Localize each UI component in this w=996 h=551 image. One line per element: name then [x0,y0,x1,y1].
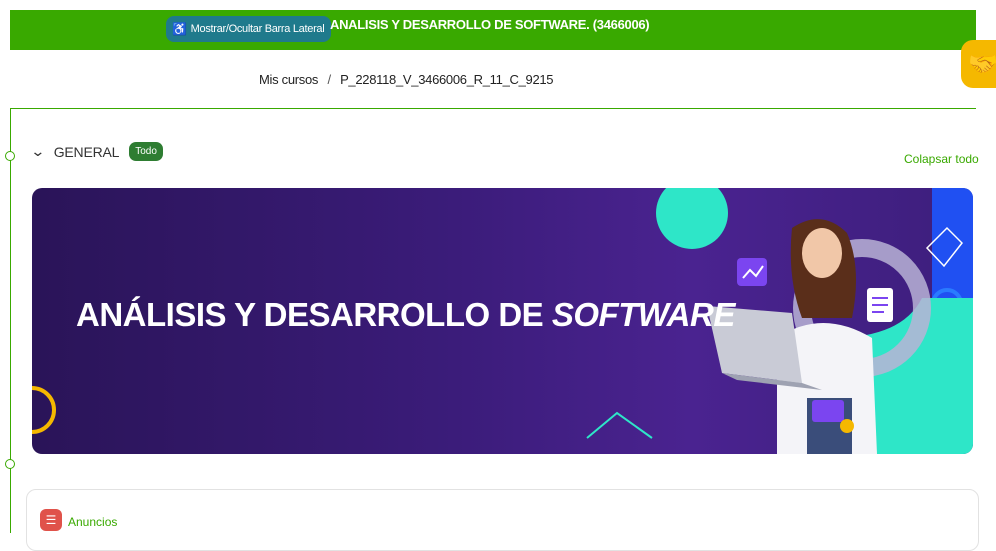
toggle-sidebar-label: Mostrar/Ocultar Barra Lateral [190,23,325,35]
handshake-icon: 🤝 [968,50,996,78]
banner-title-main: ANÁLISIS Y DESARROLLO DE [76,296,552,333]
teal-circle-decoration [656,188,728,249]
course-banner: ANÁLISIS Y DESARROLLO DE SOFTWARE [32,188,973,454]
forum-icon: ☰ [40,509,62,531]
sidebar-toggle-icon: ♿ [172,22,187,36]
section-marker [5,459,15,469]
teal-cube-decoration [586,411,653,439]
chevron-down-icon[interactable]: ⌄ [30,143,45,160]
section-title[interactable]: GENERAL [54,144,120,160]
yellow-arc-decoration [32,386,56,434]
blue-panel-decoration [932,188,973,298]
breadcrumb-my-courses[interactable]: Mis cursos [259,72,318,87]
section-marker [5,151,15,161]
ui-card-decoration [812,400,844,422]
banner-title: ANÁLISIS Y DESARROLLO DE SOFTWARE [76,296,735,334]
collapse-all-link[interactable]: Colapsar todo [904,152,979,166]
help-button[interactable]: 🤝 [961,40,996,88]
course-title: ANALISIS Y DESARROLLO DE SOFTWARE. (3466… [330,17,650,32]
announcements-activity-card [26,489,979,551]
breadcrumb-current-course[interactable]: P_228118_V_3466006_R_11_C_9215 [340,72,553,87]
content-divider [10,108,976,109]
breadcrumb-separator: / [327,72,331,87]
student-with-laptop-illustration [707,219,877,454]
toggle-sidebar-button[interactable]: ♿ Mostrar/Ocultar Barra Lateral [166,16,332,42]
breadcrumb: Mis cursos / P_228118_V_3466006_R_11_C_9… [259,72,554,87]
course-index-line [10,108,11,533]
banner-title-italic: SOFTWARE [551,296,736,333]
gear-icon [840,419,854,433]
announcements-link[interactable]: Anuncios [68,515,117,529]
section-badge: Todo [129,142,163,161]
section-header-general: ⌄ GENERAL Todo [30,142,163,161]
